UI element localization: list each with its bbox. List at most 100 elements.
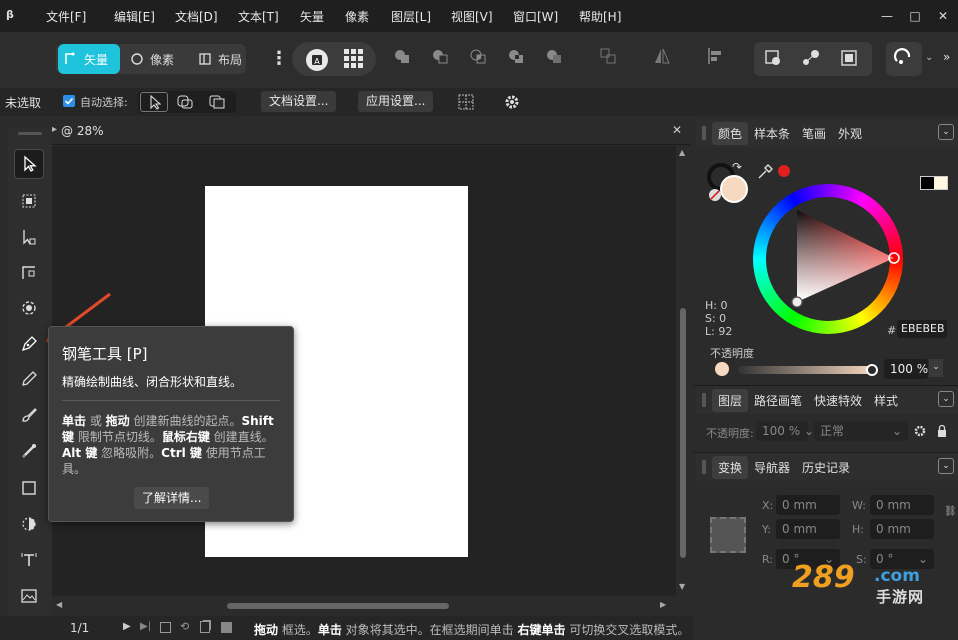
node-snap-icon[interactable] <box>800 47 826 73</box>
tab-transform[interactable]: 变换 <box>712 455 749 479</box>
y-input[interactable]: 0 mm <box>776 519 840 539</box>
align-icon[interactable] <box>706 46 732 72</box>
move-tool[interactable] <box>14 149 44 179</box>
auto-select-checkbox[interactable] <box>63 95 75 107</box>
h-input[interactable]: 0 mm <box>870 519 934 539</box>
tab-color[interactable]: 颜色 <box>712 121 749 145</box>
collapse-transform-panel-icon[interactable]: ⌄ <box>938 458 954 474</box>
intersect-select-icon[interactable] <box>174 93 196 111</box>
maximize-button[interactable]: □ <box>905 6 925 26</box>
collapse-layers-panel-icon[interactable]: ⌄ <box>938 391 954 407</box>
learn-more-button[interactable]: 了解详情... <box>134 487 210 509</box>
page-view-icon[interactable] <box>160 622 171 633</box>
menu-file[interactable]: 文件[F] <box>46 8 86 25</box>
grid-snap-icon[interactable] <box>457 93 475 111</box>
persona-layout-button[interactable]: 布局 <box>192 44 248 74</box>
scroll-up-icon[interactable]: ▲ <box>679 148 685 157</box>
tab-layers[interactable]: 图层 <box>712 388 749 412</box>
tab-scroll-icon[interactable]: ▸ <box>52 124 57 135</box>
vertical-scrollbar[interactable]: ▲ ▼ <box>677 146 690 596</box>
pointer-mode-button[interactable] <box>140 92 168 112</box>
text-frame-icon[interactable]: A <box>304 47 330 73</box>
menu-window[interactable]: 窗口[W] <box>513 8 558 25</box>
artboard-tool[interactable] <box>12 186 46 216</box>
subtract-shapes-icon[interactable] <box>430 46 456 72</box>
menu-text[interactable]: 文本[T] <box>238 8 279 25</box>
horizontal-scrollbar[interactable]: ◀ ▶ <box>52 598 676 614</box>
stop-icon[interactable] <box>221 622 232 633</box>
overflow-icon[interactable]: » <box>943 50 950 64</box>
tab-history[interactable]: 历史记录 <box>796 459 856 476</box>
tab-appearance[interactable]: 外观 <box>832 125 868 142</box>
intersect-shapes-icon[interactable] <box>468 46 494 72</box>
menu-edit[interactable]: 编辑[E] <box>114 8 155 25</box>
menu-help[interactable]: 帮助[H] <box>579 8 621 25</box>
blend-mode-select[interactable]: 正常 ⌄ <box>814 421 908 441</box>
tab-swatches[interactable]: 样本条 <box>748 125 796 142</box>
w-input[interactable]: 0 mm <box>870 495 934 515</box>
layer-opacity-input[interactable]: 100 % ⌄ <box>756 421 814 441</box>
refresh-icon[interactable]: ⟲ <box>180 620 189 633</box>
horizontal-scroll-thumb[interactable] <box>227 603 449 609</box>
transparency-tool[interactable] <box>12 509 46 539</box>
more-icon[interactable]: ⋮ <box>270 48 288 69</box>
tab-navigator[interactable]: 导航器 <box>748 459 796 476</box>
image-tool[interactable] <box>12 581 46 611</box>
scroll-left-icon[interactable]: ◀ <box>56 600 62 609</box>
opacity-slider-thumb[interactable] <box>866 364 878 376</box>
bounding-box-icon[interactable] <box>838 47 864 73</box>
swap-colors-icon[interactable]: ↷ <box>732 160 742 174</box>
color-mode-swatch[interactable] <box>920 176 948 190</box>
tab-fx[interactable]: 快速特效 <box>808 392 868 409</box>
menu-view[interactable]: 视图[V] <box>451 8 493 25</box>
vertical-scroll-thumb[interactable] <box>680 308 686 558</box>
tab-stroke[interactable]: 笔画 <box>796 125 832 142</box>
snapping-magnet-icon[interactable] <box>892 47 918 73</box>
xor-shapes-icon[interactable] <box>506 46 532 72</box>
no-color-icon[interactable] <box>709 189 721 201</box>
menu-vector[interactable]: 矢量 <box>300 8 324 25</box>
tab-brushes[interactable]: 路径画笔 <box>748 392 808 409</box>
artistic-text-tool[interactable] <box>12 545 46 575</box>
close-document-icon[interactable]: ✕ <box>672 123 682 137</box>
x-input[interactable]: 0 mm <box>776 495 840 515</box>
persona-vector-button[interactable]: 矢量 <box>58 44 120 74</box>
contain-select-icon[interactable] <box>206 93 228 111</box>
chevron-down-icon[interactable]: ⌄ <box>925 52 933 63</box>
app-settings-button[interactable]: 应用设置... <box>358 91 434 112</box>
flip-icon[interactable] <box>652 46 678 72</box>
add-shapes-icon[interactable] <box>392 46 418 72</box>
hex-input[interactable]: EBEBEB <box>897 320 947 338</box>
link-aspect-icon[interactable]: ⛓ <box>944 506 957 517</box>
divide-shapes-icon[interactable] <box>544 46 570 72</box>
scroll-right-icon[interactable]: ▶ <box>660 600 666 609</box>
fill-tool[interactable] <box>12 436 46 466</box>
grid-icon[interactable] <box>342 47 368 73</box>
fill-swatch[interactable] <box>720 175 748 203</box>
menu-pixel[interactable]: 像素 <box>345 8 369 25</box>
vector-brush-tool[interactable] <box>12 400 46 430</box>
opacity-dropdown-icon[interactable]: ⌄ <box>929 359 943 377</box>
opacity-slider[interactable] <box>738 366 874 374</box>
arrange-icon[interactable] <box>598 46 624 72</box>
play-icon[interactable]: ▶ <box>123 621 131 632</box>
eyedropper-icon[interactable] <box>756 163 774 181</box>
corner-tool[interactable] <box>12 257 46 287</box>
anchor-selector[interactable] <box>710 517 746 553</box>
pencil-tool[interactable] <box>12 364 46 394</box>
collapse-color-panel-icon[interactable]: ⌄ <box>938 124 954 140</box>
copy-icon[interactable] <box>200 621 210 633</box>
close-button[interactable]: ✕ <box>933 6 953 26</box>
node-tool[interactable] <box>12 222 46 252</box>
picked-color-swatch[interactable] <box>778 165 790 177</box>
transform-origin-icon[interactable] <box>762 47 788 73</box>
gear-icon[interactable] <box>503 93 521 111</box>
tab-styles[interactable]: 样式 <box>868 392 904 409</box>
layer-settings-gear-icon[interactable] <box>913 424 927 438</box>
next-page-icon[interactable]: ▶| <box>140 621 151 632</box>
document-settings-button[interactable]: 文档设置... <box>261 91 337 112</box>
scroll-down-icon[interactable]: ▼ <box>679 582 685 591</box>
persona-pixel-button[interactable]: 像素 <box>124 44 184 74</box>
menu-layer[interactable]: 图层[L] <box>391 8 431 25</box>
color-triangle[interactable] <box>753 184 903 334</box>
